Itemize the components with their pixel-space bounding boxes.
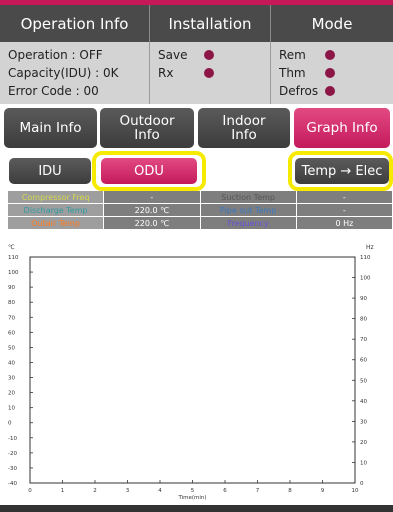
x-axis-label: Time(min) <box>177 495 206 501</box>
left-y-tick-label: 70 <box>8 315 15 321</box>
defros-label: Defros <box>279 84 319 98</box>
x-tick-label: 7 <box>256 488 260 494</box>
right-y-tick-label: 80 <box>360 317 367 323</box>
frequency-value: 0 Hz <box>296 217 392 229</box>
mode-title: Mode <box>311 14 353 33</box>
left-y-tick-label: 110 <box>8 255 19 261</box>
status-panel: Operation : OFF Capacity(IDU) : 0K Error… <box>0 42 393 104</box>
defros-indicator: Defros <box>279 82 393 100</box>
error-code-status: Error Code : 00 <box>8 84 99 98</box>
left-y-tick-label: -30 <box>8 466 17 472</box>
x-tick-label: 1 <box>61 488 65 494</box>
right-y-tick-label: 90 <box>360 296 367 302</box>
table-row: Outair Temp 220.0 ℃ Frequency 0 Hz <box>8 217 392 229</box>
compressor-freq-label: Compressor Freq <box>8 191 104 203</box>
rx-label: Rx <box>158 66 174 80</box>
temp-elec-button[interactable]: Temp → Elec <box>295 158 389 184</box>
right-y-tick-label: 10 <box>360 460 367 466</box>
x-tick-label: 2 <box>93 488 97 494</box>
data-table: Compressor Freq - Suction Temp - Dischar… <box>8 191 392 230</box>
operation-status: Operation : OFF <box>8 48 103 62</box>
right-y-tick-label: 30 <box>360 419 367 425</box>
installation-panel: Save Rx <box>150 42 271 104</box>
tab-main-info[interactable]: Main Info <box>4 108 97 148</box>
tab-outdoor-info[interactable]: Outdoor Info <box>100 108 194 148</box>
right-y-tick-label: 70 <box>360 337 367 343</box>
defros-led-icon <box>325 86 335 96</box>
installation-title: Installation <box>150 5 271 42</box>
rx-led-icon <box>204 68 214 78</box>
odu-button[interactable]: ODU <box>101 158 197 184</box>
left-y-tick-label: -40 <box>8 481 17 487</box>
capacity-status: Capacity(IDU) : 0K <box>8 66 119 80</box>
rem-indicator: Rem <box>279 46 393 64</box>
left-y-tick-label: 100 <box>8 270 19 276</box>
tab-bar: Main Info Outdoor Info Indoor Info Graph… <box>0 104 393 150</box>
frequency-label: Frequency <box>200 217 296 229</box>
left-y-tick-label: 60 <box>8 330 15 336</box>
mode-panel: Rem Thm Defros <box>271 42 393 104</box>
bottom-bar <box>0 505 393 512</box>
left-y-tick-label: 90 <box>8 285 15 291</box>
thm-indicator: Thm <box>279 64 393 82</box>
idu-button[interactable]: IDU <box>9 158 91 184</box>
rem-led-icon <box>325 50 335 60</box>
x-tick-label: 5 <box>191 488 195 494</box>
outair-temp-value: 220.0 ℃ <box>104 217 200 229</box>
operation-info-panel: Operation : OFF Capacity(IDU) : 0K Error… <box>0 42 150 104</box>
x-tick-label: 0 <box>28 488 32 494</box>
pipe-out-temp-label: Pipe out Temp <box>200 204 296 216</box>
rx-indicator: Rx <box>158 64 270 82</box>
operation-info-title: Operation Info <box>0 5 150 42</box>
discharge-temp-value: 220.0 ℃ <box>104 204 200 216</box>
tab-graph-info[interactable]: Graph Info <box>294 108 390 148</box>
graph-chart: ℃ Hz 110 100 90 80 70 60 50 40 30 20 10 0 -10 -20 -30-… <box>0 240 393 512</box>
save-label: Save <box>158 48 188 62</box>
x-tick-label: 8 <box>288 488 292 494</box>
left-y-tick-label: -10 <box>8 436 17 442</box>
compressor-freq-value: - <box>104 191 200 203</box>
discharge-temp-label: Discharge Temp <box>8 204 104 216</box>
table-row: Discharge Temp 220.0 ℃ Pipe out Temp - <box>8 204 392 216</box>
left-y-tick-label: 20 <box>8 391 15 397</box>
save-led-icon <box>204 50 214 60</box>
x-tick-label: 3 <box>126 488 130 494</box>
thm-label: Thm <box>279 66 306 80</box>
right-y-tick-label: 50 <box>360 378 367 384</box>
right-y-tick-label: 40 <box>360 399 367 405</box>
left-y-tick-label: 10 <box>8 406 15 412</box>
left-y-tick-label: 40 <box>8 360 15 366</box>
table-row: Compressor Freq - Suction Temp - <box>8 191 392 203</box>
section-header: Operation Info Installation Mode <box>0 5 393 42</box>
left-y-tick-label: 80 <box>8 300 15 306</box>
right-y-tick-label: 110 <box>360 255 371 261</box>
plot-area-frame <box>29 256 356 484</box>
suction-temp-label: Suction Temp <box>200 191 296 203</box>
chart-canvas: 1101009080706050403020100-10-20-30-40110… <box>8 255 371 501</box>
x-tick-label: 9 <box>321 488 325 494</box>
save-indicator: Save <box>158 46 270 64</box>
right-y-tick-label: 100 <box>360 276 371 282</box>
x-tick-label: 4 <box>158 488 162 494</box>
outair-temp-label: Outair Temp <box>8 217 104 229</box>
left-y-tick-label: -20 <box>8 451 17 457</box>
thm-led-icon <box>325 68 335 78</box>
right-y-tick-label: 0 <box>360 481 364 487</box>
x-tick-label: 10 <box>352 488 359 494</box>
suction-temp-value: - <box>296 191 392 203</box>
tab-indoor-info[interactable]: Indoor Info <box>198 108 290 148</box>
right-y-tick-label: 60 <box>360 358 367 364</box>
left-y-tick-label: 30 <box>8 376 15 382</box>
rem-label: Rem <box>279 48 306 62</box>
right-y-tick-label: 20 <box>360 440 367 446</box>
left-y-tick-label: 50 <box>8 345 15 351</box>
left-y-tick-label: 0 <box>8 421 12 427</box>
pipe-out-temp-value: - <box>296 204 392 216</box>
x-tick-label: 6 <box>223 488 227 494</box>
